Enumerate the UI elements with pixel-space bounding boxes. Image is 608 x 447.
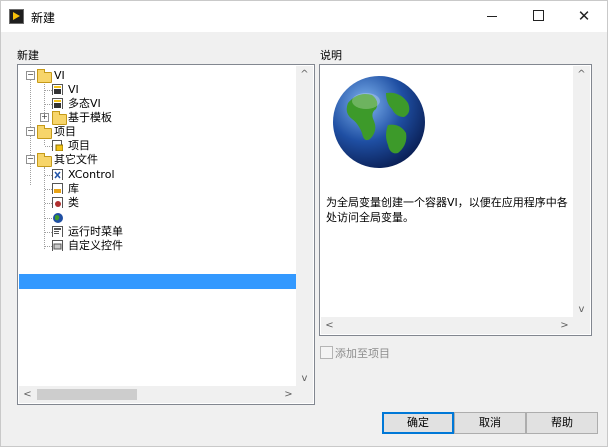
tree-line — [45, 218, 52, 219]
new-dialog-window: 新建 ✕ 新建 说明 − VI VI 多态VI + 基于模板 − 项目 项目 −… — [0, 0, 608, 447]
scroll-right-icon[interactable]: > — [280, 386, 297, 403]
scroll-left-icon[interactable]: < — [19, 386, 36, 403]
description-panel-label: 说明 — [320, 49, 342, 62]
title-bar[interactable]: 新建 ✕ — [1, 1, 607, 32]
selection-highlight — [19, 274, 299, 289]
new-panel-label: 新建 — [17, 49, 39, 62]
tree-line — [45, 203, 52, 204]
scroll-thumb[interactable] — [37, 389, 137, 400]
close-button[interactable]: ✕ — [561, 1, 607, 32]
collapse-icon[interactable]: − — [26, 71, 35, 80]
collapse-icon[interactable]: − — [26, 127, 35, 136]
tree-item-class[interactable]: 类 — [18, 195, 298, 211]
description-vertical-scrollbar[interactable]: ^ v — [573, 66, 590, 318]
runtime-menu-icon — [52, 226, 63, 237]
scroll-left-icon[interactable]: < — [321, 317, 338, 334]
scroll-corner — [296, 386, 313, 403]
help-button[interactable]: 帮助 — [526, 412, 598, 434]
class-icon — [52, 197, 63, 208]
description-text: 为全局变量创建一个容器VI，以便在应用程序中各处访问全局变量。 — [326, 196, 568, 224]
description-panel: 为全局变量创建一个容器VI，以便在应用程序中各处访问全局变量。 ^ v < > — [319, 64, 592, 336]
tree-horizontal-scrollbar[interactable]: < > — [19, 386, 297, 403]
folder-icon — [37, 153, 52, 167]
xcontrol-icon — [52, 169, 63, 180]
tree-vertical-scrollbar[interactable]: ^ v — [296, 66, 313, 387]
scroll-up-icon[interactable]: ^ — [296, 66, 313, 83]
tree-line — [45, 175, 52, 176]
expand-icon[interactable]: + — [40, 113, 49, 122]
scroll-corner — [573, 317, 590, 334]
scroll-down-icon[interactable]: v — [296, 370, 313, 387]
tree-item-label: 类 — [68, 196, 79, 209]
window-title: 新建 — [31, 11, 56, 25]
maximize-button[interactable] — [515, 1, 561, 32]
tree-item-label: 其它文件 — [54, 153, 98, 166]
minimize-button[interactable] — [469, 1, 515, 32]
minimize-icon — [487, 15, 497, 17]
tree-line — [45, 90, 52, 91]
close-icon: ✕ — [577, 7, 591, 25]
checkbox-box[interactable] — [320, 346, 333, 359]
tree-line — [45, 232, 52, 233]
collapse-icon[interactable]: − — [26, 155, 35, 164]
tree-line — [45, 146, 52, 147]
scroll-down-icon[interactable]: v — [573, 301, 590, 318]
scroll-right-icon[interactable]: > — [556, 317, 573, 334]
labview-app-icon — [9, 9, 24, 24]
template-tree[interactable]: − VI VI 多态VI + 基于模板 − 项目 项目 − 其它文件 XCont… — [17, 64, 315, 405]
maximize-icon — [532, 9, 544, 21]
tree-line — [45, 246, 52, 247]
polymorphic-vi-icon — [52, 98, 63, 109]
tree-item-label: 自定义控件 — [68, 239, 123, 252]
scroll-up-icon[interactable]: ^ — [573, 66, 590, 83]
vi-file-icon — [52, 84, 63, 95]
library-icon — [52, 183, 63, 194]
tree-line — [45, 189, 52, 190]
globe-icon — [333, 76, 425, 168]
ok-button[interactable]: 确定 — [382, 412, 454, 434]
project-file-icon — [52, 140, 63, 151]
description-horizontal-scrollbar[interactable]: < > — [321, 317, 573, 334]
tree-line — [45, 104, 52, 105]
global-variable-icon — [53, 213, 63, 223]
tree-item-other-files-folder[interactable]: − 其它文件 — [18, 152, 298, 168]
add-to-project-label: 添加至项目 — [335, 347, 390, 360]
tree-item-custom-control[interactable]: 自定义控件 — [18, 238, 298, 254]
cancel-button[interactable]: 取消 — [454, 412, 526, 434]
custom-control-icon — [52, 240, 63, 251]
